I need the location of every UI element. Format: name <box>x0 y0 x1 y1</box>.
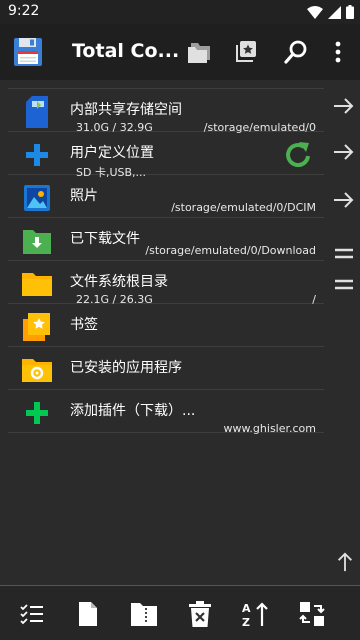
item-title: 添加插件（下载）... <box>70 403 196 419</box>
wifi-icon <box>307 5 323 19</box>
arrow-right-icon[interactable] <box>333 190 355 210</box>
select-list-icon[interactable] <box>18 600 46 628</box>
location-list: 内部共享存储空间 31.0G / 32.9G /storage/emulated… <box>0 88 326 435</box>
arrow-up-icon[interactable] <box>334 552 356 572</box>
status-icons <box>307 5 354 19</box>
app-folder-icon <box>22 355 52 385</box>
equals-icon[interactable] <box>333 244 355 264</box>
item-title: 内部共享存储空间 <box>70 102 182 118</box>
status-time: 9:22 <box>8 3 40 19</box>
refresh-icon[interactable] <box>284 140 312 172</box>
equals-icon[interactable] <box>333 275 355 295</box>
arrow-right-icon[interactable] <box>333 142 355 162</box>
sd-card-icon <box>22 96 52 128</box>
download-folder-icon <box>22 226 52 256</box>
status-bar: 9:22 <box>0 0 360 24</box>
list-item-user-locations[interactable]: 用户定义位置 SD 卡,USB,... <box>8 132 324 179</box>
svg-text:A: A <box>242 602 251 615</box>
bookmark-folder-icon <box>22 312 52 342</box>
folder-tabs-icon[interactable] <box>184 36 216 68</box>
swap-icon[interactable] <box>298 600 326 628</box>
list-item-bookmarks[interactable]: 书签 <box>8 304 324 347</box>
item-path: /storage/emulated/0/DCIM <box>171 201 316 214</box>
plus-icon <box>22 140 52 170</box>
list-item-root[interactable]: 文件系统根目录 22.1G / 26.3G / <box>8 261 324 306</box>
signal-icon <box>328 5 341 19</box>
item-title: 用户定义位置 <box>70 145 154 161</box>
green-plus-icon <box>22 398 52 428</box>
folder-icon <box>22 269 52 299</box>
item-title: 已安装的应用程序 <box>70 360 182 376</box>
item-path: /storage/emulated/0/Download <box>145 244 316 257</box>
delete-icon[interactable] <box>186 600 214 628</box>
floppy-disk-icon[interactable] <box>14 38 42 70</box>
photo-icon <box>22 183 52 213</box>
list-item-add-plugin[interactable]: 添加插件（下载）... www.ghisler.com <box>8 390 324 435</box>
arrow-right-icon[interactable] <box>333 96 355 116</box>
battery-icon <box>346 5 354 19</box>
app-bar: Total Co... <box>0 24 360 80</box>
zip-icon[interactable] <box>130 600 158 628</box>
sort-az-icon[interactable]: A Z <box>242 600 270 628</box>
bottom-toolbar: A Z <box>0 585 360 640</box>
item-title: 照片 <box>70 188 98 204</box>
item-title: 已下载文件 <box>70 231 140 247</box>
search-icon[interactable] <box>280 36 312 68</box>
list-item-internal-storage[interactable]: 内部共享存储空间 31.0G / 32.9G /storage/emulated… <box>8 88 324 134</box>
app-title: Total Co... <box>72 40 180 62</box>
bookmark-star-icon[interactable] <box>230 36 262 68</box>
more-vert-icon[interactable] <box>322 36 354 68</box>
new-file-icon[interactable] <box>74 600 102 628</box>
list-item-downloads[interactable]: 已下载文件 /storage/emulated/0/Download <box>8 218 324 261</box>
item-title: 书签 <box>70 317 98 333</box>
list-item-installed-apps[interactable]: 已安装的应用程序 <box>8 347 324 390</box>
item-title: 文件系统根目录 <box>70 274 168 290</box>
svg-text:Z: Z <box>242 616 250 627</box>
list-item-photos[interactable]: 照片 /storage/emulated/0/DCIM <box>8 175 324 218</box>
item-url: www.ghisler.com <box>223 422 316 435</box>
